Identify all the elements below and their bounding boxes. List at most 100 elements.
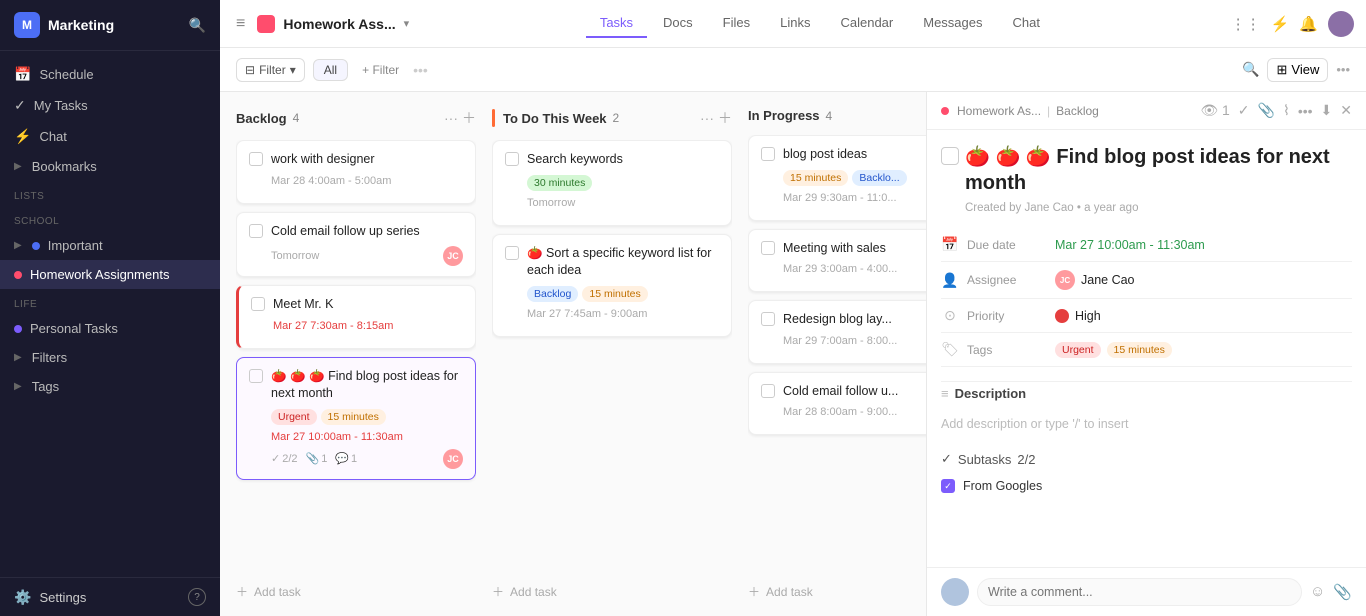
life-section-label: LIFE: [0, 289, 220, 314]
view-button[interactable]: ⊞ View: [1267, 58, 1328, 82]
paperclip-icon[interactable]: 📎: [1258, 102, 1275, 119]
topbar-left: ≡ Homework Ass... ▾: [232, 11, 409, 37]
tab-docs[interactable]: Docs: [649, 9, 707, 38]
column-todo-actions[interactable]: ··· ＋: [700, 108, 732, 128]
tab-tasks[interactable]: Tasks: [586, 9, 647, 38]
attachment-icon[interactable]: 📎: [1333, 583, 1352, 601]
card-meta: ✓ 2/2 📎 1 💬 1: [271, 452, 357, 465]
card-checkbox[interactable]: [249, 224, 263, 238]
card-checkbox[interactable]: [761, 147, 775, 161]
tab-files[interactable]: Files: [709, 9, 764, 38]
card-checkbox[interactable]: [251, 297, 265, 311]
emoji-icon[interactable]: ☺: [1310, 583, 1325, 601]
comment-icons: ☺ 📎: [1310, 583, 1352, 601]
add-filter-button[interactable]: + Filter: [356, 60, 405, 80]
comment-input[interactable]: [977, 578, 1302, 606]
sidebar-item-schedule[interactable]: 📅 Schedule: [0, 59, 220, 90]
card-title: Meet Mr. K: [273, 296, 463, 314]
card-sort-keyword[interactable]: 🍅 Sort a specific keyword list for each …: [492, 234, 732, 337]
user-avatar[interactable]: [1328, 11, 1354, 37]
tag-urgent[interactable]: Urgent: [1055, 342, 1101, 358]
column-more-icon[interactable]: ···: [700, 110, 714, 126]
column-more-icon[interactable]: ···: [444, 110, 458, 126]
add-task-inprogress[interactable]: ＋ Add task: [748, 579, 926, 604]
tab-chat[interactable]: Chat: [999, 9, 1054, 38]
card-checkbox[interactable]: [249, 369, 263, 383]
card-title: Cold email follow u...: [783, 383, 926, 401]
sidebar-item-bookmarks[interactable]: ▶ Bookmarks: [0, 152, 220, 181]
search-icon[interactable]: 🔍: [1242, 61, 1259, 78]
toolbar-dots[interactable]: •••: [413, 62, 428, 78]
add-task-backlog[interactable]: ＋ Add task: [236, 579, 476, 604]
card-tags: 30 minutes: [527, 175, 719, 191]
description-placeholder[interactable]: Add description or type '/' to insert: [941, 409, 1352, 439]
minimize-icon[interactable]: ⬇: [1321, 102, 1333, 119]
search-icon[interactable]: 🔍: [189, 17, 206, 34]
card-checkbox[interactable]: [761, 384, 775, 398]
priority-value: High: [1055, 309, 1101, 323]
card-cold-email[interactable]: Cold email follow up series Tomorrow JC: [236, 212, 476, 278]
breadcrumb-column: Backlog: [1056, 104, 1099, 118]
card-title: blog post ideas: [783, 146, 926, 164]
sidebar-item-tags[interactable]: ▶ Tags: [0, 372, 220, 401]
card-checkbox[interactable]: [761, 241, 775, 255]
column-add-icon[interactable]: ＋: [462, 108, 476, 128]
settings-icon[interactable]: ⚙️: [14, 589, 31, 606]
help-button[interactable]: ?: [188, 588, 206, 606]
card-blog-post-ideas[interactable]: blog post ideas 15 minutes Backlo... Mar…: [748, 135, 926, 221]
card-footer: ✓ 2/2 📎 1 💬 1 JC: [271, 449, 463, 469]
add-task-todo[interactable]: ＋ Add task: [492, 579, 732, 604]
tag-backlog: Backlo...: [852, 170, 906, 186]
tag-15min[interactable]: 15 minutes: [1107, 342, 1172, 358]
card-work-designer[interactable]: work with designer Mar 28 4:00am - 5:00a…: [236, 140, 476, 204]
subtask-checkbox[interactable]: ✓: [941, 479, 955, 493]
card-meeting-sales[interactable]: Meeting with sales Mar 29 3:00am - 4:00.…: [748, 229, 926, 293]
sidebar-item-homework[interactable]: Homework Assignments: [0, 260, 220, 289]
more-icon[interactable]: •••: [1298, 103, 1313, 119]
lightning-icon[interactable]: ⚡: [1271, 15, 1290, 33]
sidebar-item-chat[interactable]: ⚡ Chat: [0, 121, 220, 152]
card-checkbox[interactable]: [249, 152, 263, 166]
project-dropdown-icon[interactable]: ▾: [404, 17, 410, 30]
all-filter-tag[interactable]: All: [313, 59, 348, 81]
card-meet-mrk[interactable]: Meet Mr. K Mar 27 7:30am - 8:15am: [236, 285, 476, 349]
card-checkbox[interactable]: [505, 152, 519, 166]
sidebar-item-my-tasks[interactable]: ✓ My Tasks: [0, 90, 220, 121]
check-circle-icon[interactable]: ✓: [1238, 102, 1250, 119]
filter-button[interactable]: ⊟ Filter ▾: [236, 58, 305, 82]
bell-icon[interactable]: 🔔: [1299, 15, 1318, 33]
card-checkbox[interactable]: [505, 246, 519, 260]
card-cold-email-ip[interactable]: Cold email follow u... Mar 28 8:00am - 9…: [748, 372, 926, 436]
detail-panel: Homework As... | Backlog 👁 1 ✓ 📎 ⌇ ••• ⬇…: [926, 92, 1366, 616]
tab-calendar[interactable]: Calendar: [826, 9, 907, 38]
due-date-value[interactable]: Mar 27 10:00am - 11:30am: [1055, 238, 1205, 252]
hamburger-menu[interactable]: ≡: [232, 11, 249, 37]
add-icon: ＋: [748, 583, 760, 600]
card-search-keywords[interactable]: Search keywords 30 minutes Tomorrow: [492, 140, 732, 226]
watch-icon[interactable]: 👁 1: [1200, 102, 1229, 119]
sidebar-item-personal[interactable]: Personal Tasks: [0, 314, 220, 343]
grid-icon[interactable]: ⋮⋮: [1231, 15, 1261, 33]
card-checkbox[interactable]: [761, 312, 775, 326]
commenter-avatar: [941, 578, 969, 606]
important-dot: [32, 242, 40, 250]
card-title: 🍅 🍅 🍅 Find blog post ideas for next mont…: [271, 368, 463, 403]
column-add-icon[interactable]: ＋: [718, 108, 732, 128]
detail-checkbox[interactable]: [941, 147, 959, 165]
sidebar-item-important[interactable]: ▶ Important: [0, 231, 220, 260]
tab-links[interactable]: Links: [766, 9, 824, 38]
detail-fields: 📅 Due date Mar 27 10:00am - 11:30am 👤 As…: [941, 228, 1352, 367]
sidebar-item-filters[interactable]: ▶ Filters: [0, 343, 220, 372]
activity-icon[interactable]: ⌇: [1283, 102, 1290, 119]
column-backlog-body: work with designer Mar 28 4:00am - 5:00a…: [236, 140, 476, 571]
card-header: blog post ideas: [761, 146, 926, 164]
assignee-field: 👤 Assignee JC Jane Cao: [941, 262, 1352, 299]
more-options-icon[interactable]: •••: [1336, 62, 1350, 77]
card-redesign-blog[interactable]: Redesign blog lay... Mar 29 7:00am - 8:0…: [748, 300, 926, 364]
column-backlog-actions[interactable]: ··· ＋: [444, 108, 476, 128]
tab-messages[interactable]: Messages: [909, 9, 996, 38]
close-icon[interactable]: ✕: [1340, 102, 1352, 119]
card-find-blog[interactable]: 🍅 🍅 🍅 Find blog post ideas for next mont…: [236, 357, 476, 480]
card-time: Mar 27 10:00am - 11:30am: [271, 431, 463, 443]
workspace-logo[interactable]: M: [14, 12, 40, 38]
